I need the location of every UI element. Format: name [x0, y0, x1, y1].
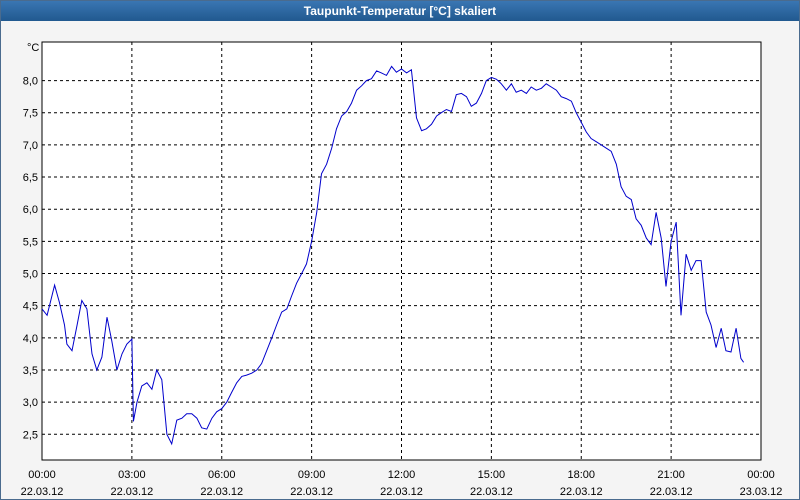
y-unit-label: °C [27, 42, 39, 54]
y-tick-label: 6,5 [23, 172, 38, 184]
x-tick-date: 22.03.12 [110, 486, 153, 498]
x-tick-time: 21:00 [657, 469, 685, 481]
x-tick-date: 23.03.12 [740, 486, 783, 498]
y-tick-label: 5,0 [23, 269, 38, 281]
x-tick-date: 22.03.12 [560, 486, 603, 498]
x-tick-time: 09:00 [298, 469, 326, 481]
y-axis: °C 2,5 3,0 3,5 4,0 4,5 5,0 5,5 6,0 6,5 7,0 7,5 8,0 [23, 42, 40, 441]
x-tick-date: 22.03.12 [21, 486, 64, 498]
x-tick-time: 12:00 [388, 469, 416, 481]
x-tick-date: 22.03.12 [650, 486, 693, 498]
x-tick-date: 22.03.12 [380, 486, 423, 498]
x-tick-time: 03:00 [118, 469, 146, 481]
x-tick-time: 18:00 [567, 469, 595, 481]
y-tick-label: 3,0 [23, 397, 38, 409]
y-tick-label: 5,5 [23, 236, 38, 248]
x-tick-time: 00:00 [28, 469, 56, 481]
x-tick-time: 06:00 [208, 469, 236, 481]
dewpoint-chart: °C 2,53,03,54,04,55,05,56,06,57,07,58,0 … [21, 41, 783, 498]
y-tick-label: 7,0 [23, 140, 38, 152]
y-tick-label: 2,5 [23, 429, 38, 441]
y-tick-label: 7,5 [23, 108, 38, 120]
x-tick-time: 15:00 [478, 469, 506, 481]
x-tick-date: 22.03.12 [200, 486, 243, 498]
x-tick-date: 22.03.12 [290, 486, 333, 498]
y-tick-label: 6,0 [23, 204, 38, 216]
y-tick-label: 4,5 [23, 301, 38, 313]
chart-window: Taupunkt-Temperatur [°C] skaliert °C 2,5… [0, 0, 800, 500]
window-title: Taupunkt-Temperatur [°C] skaliert [1, 1, 799, 21]
x-tick-time: 00:00 [747, 469, 775, 481]
y-tick-label: 8,0 [23, 76, 38, 88]
x-tick-date: 22.03.12 [470, 486, 513, 498]
x-axis: 00:00 22.03.12 03:00 22.03.12 06:00 22.03.12 0… [21, 469, 783, 498]
y-tick-label: 3,5 [23, 365, 38, 377]
y-tick-label: 4,0 [23, 333, 38, 345]
